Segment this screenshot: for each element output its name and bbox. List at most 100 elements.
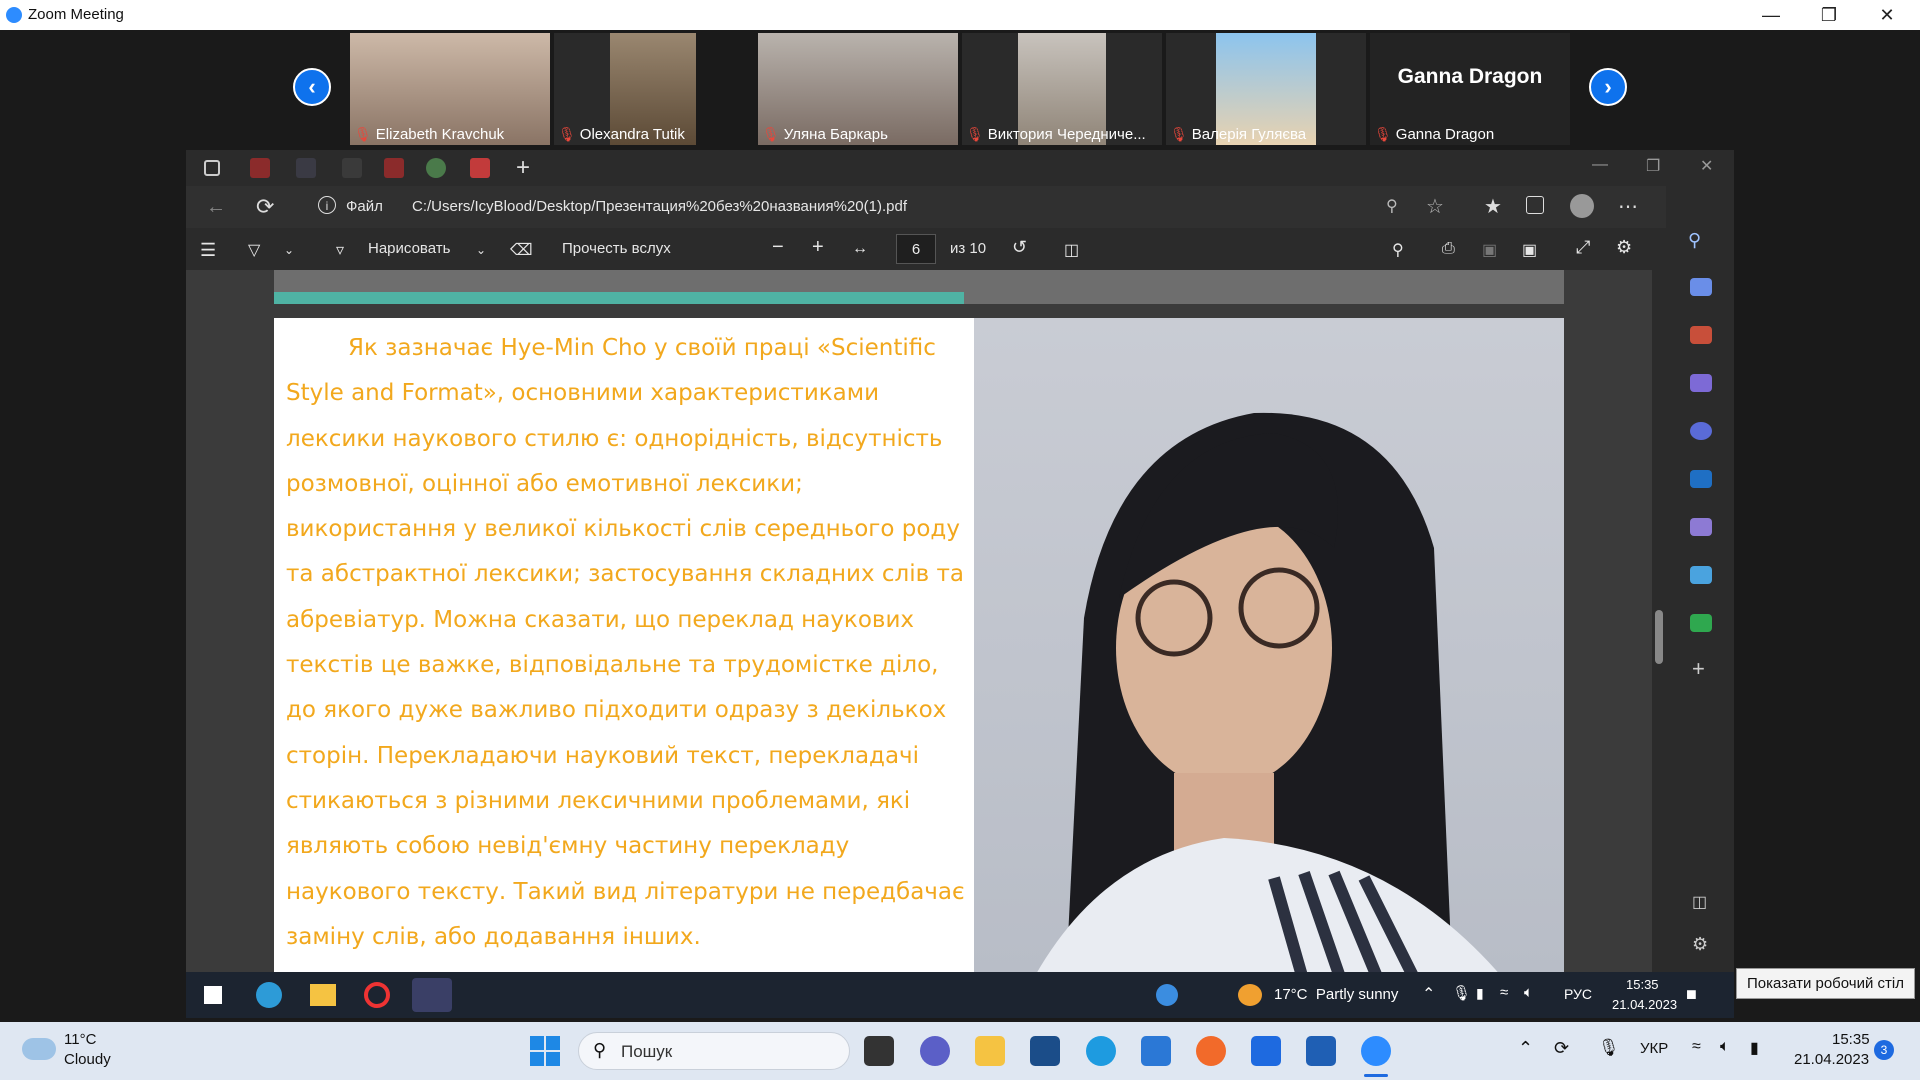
sidebar-outlook-icon[interactable] xyxy=(1690,470,1712,488)
sidebar-settings-icon[interactable]: ⚙ xyxy=(1692,934,1708,955)
rotate-icon[interactable]: ↺ xyxy=(1012,237,1027,258)
zoom-in-icon[interactable]: + xyxy=(812,236,824,259)
taskbar-search[interactable]: ⚲ Пошук xyxy=(578,1032,850,1070)
explorer-app-icon[interactable] xyxy=(310,984,336,1006)
tab-actions-icon[interactable] xyxy=(204,160,220,176)
opera-app-icon[interactable] xyxy=(364,982,390,1008)
contents-icon[interactable]: ☰ xyxy=(200,240,216,261)
weather-temp[interactable]: 11°C xyxy=(64,1031,96,1048)
teams-chat-icon[interactable] xyxy=(920,1036,950,1066)
weather-desc[interactable]: Cloudy xyxy=(64,1051,111,1068)
more-menu-icon[interactable]: ⋯ xyxy=(1618,194,1638,219)
restore-button[interactable]: ❐ xyxy=(1800,0,1858,30)
network-icon[interactable]: ≈ xyxy=(1692,1038,1701,1056)
weather-text[interactable]: 17°C Partly sunny xyxy=(1274,986,1398,1003)
read-aloud-button[interactable]: Прочесть вслух xyxy=(562,240,671,257)
draw-button[interactable]: Нарисовать xyxy=(368,240,450,257)
participant-tile[interactable]: 🎙︎ Виктория Чередниче... xyxy=(962,33,1162,145)
participant-tile[interactable]: 🎙︎ Уляна Баркарь xyxy=(758,33,958,145)
notification-badge[interactable]: 3 xyxy=(1874,1040,1894,1060)
fit-width-icon[interactable]: ↔ xyxy=(852,240,868,258)
clock-date[interactable]: 21.04.2023 xyxy=(1612,997,1677,1012)
sidebar-panel-icon[interactable]: ◫ xyxy=(1692,892,1707,912)
page-view-icon[interactable]: ◫ xyxy=(1064,240,1079,260)
refresh-icon[interactable]: ⟳ xyxy=(256,194,274,220)
battery-icon[interactable]: ▮ xyxy=(1750,1038,1759,1058)
new-tab-icon[interactable]: + xyxy=(516,154,530,182)
profile-avatar[interactable] xyxy=(1570,194,1594,218)
zoom-out-icon[interactable]: − xyxy=(772,236,784,259)
sidebar-shopping-icon[interactable] xyxy=(1690,278,1712,296)
minimize-button[interactable]: — xyxy=(1742,0,1800,30)
search-icon[interactable]: ⚲ xyxy=(1392,240,1404,260)
zoom-app-icon[interactable] xyxy=(412,978,452,1012)
sync-icon[interactable]: ⟳ xyxy=(1554,1038,1569,1059)
sidebar-designer-icon[interactable] xyxy=(1690,518,1712,536)
url-field[interactable]: C:/Users/IcyBlood/Desktop/Презентация%20… xyxy=(412,198,907,215)
participant-tile[interactable]: Ganna Dragon 🎙︎ Ganna Dragon xyxy=(1370,33,1570,145)
notification-icon[interactable]: ■ xyxy=(1686,984,1697,1005)
edge-app-icon[interactable] xyxy=(256,982,282,1008)
participant-tile[interactable]: 🎙︎ Elizabeth Kravchuk xyxy=(350,33,550,145)
zoom-icon[interactable]: ⚲ xyxy=(1386,196,1398,216)
edge-icon[interactable] xyxy=(1086,1036,1116,1066)
close-button[interactable]: ✕ xyxy=(1858,0,1916,30)
browser-minimize-icon[interactable]: — xyxy=(1592,156,1608,174)
zoom-taskbar-icon[interactable] xyxy=(1361,1036,1391,1066)
prev-page-button[interactable]: ‹ xyxy=(293,68,331,106)
page-number-input[interactable] xyxy=(896,234,936,264)
pdf-scrollbar[interactable] xyxy=(1652,270,1666,1018)
sidebar-office-icon[interactable] xyxy=(1690,422,1712,440)
task-view-icon[interactable] xyxy=(864,1036,894,1066)
chrome-tab-icon[interactable] xyxy=(426,158,446,178)
draw-icon[interactable]: ▿ xyxy=(336,240,344,260)
mic-icon[interactable]: 🎙︎ xyxy=(1452,984,1471,1002)
highlight-icon[interactable]: ▽ xyxy=(248,240,260,260)
tab-icon[interactable] xyxy=(296,158,316,178)
tray-chevron-icon[interactable]: ⌃ xyxy=(1422,984,1435,1004)
next-page-button[interactable]: › xyxy=(1589,68,1627,106)
favorite-add-icon[interactable]: ☆ xyxy=(1426,194,1444,219)
sidebar-search-icon[interactable]: ⚲ xyxy=(1688,230,1701,251)
firefox-icon[interactable] xyxy=(1196,1036,1226,1066)
pdf-tab-icon[interactable] xyxy=(384,158,404,178)
store-icon[interactable] xyxy=(1141,1036,1171,1066)
info-icon[interactable]: i xyxy=(318,196,336,214)
sidebar-send-icon[interactable] xyxy=(1690,566,1712,584)
active-pdf-tab-icon[interactable] xyxy=(470,158,490,178)
chevron-down-icon[interactable]: ⌄ xyxy=(476,243,486,257)
dropbox-icon[interactable] xyxy=(1251,1036,1281,1066)
battery-icon[interactable]: ▮ xyxy=(1476,985,1484,1002)
tray-overflow-icon[interactable]: ⌃ xyxy=(1518,1038,1533,1059)
pdf-tab-icon[interactable] xyxy=(250,158,270,178)
keyboard-lang[interactable]: РУС xyxy=(1564,986,1592,1002)
participant-tile[interactable]: 🎙︎ Валерія Гуляєва xyxy=(1166,33,1366,145)
word-icon[interactable] xyxy=(1306,1036,1336,1066)
sidebar-add-icon[interactable]: + xyxy=(1692,656,1705,682)
browser-restore-icon[interactable]: ❐ xyxy=(1646,156,1660,176)
collections-icon[interactable] xyxy=(1526,196,1544,214)
save-icon[interactable]: ▣ xyxy=(1482,240,1497,260)
eraser-icon[interactable]: ⌫ xyxy=(510,240,533,260)
sidebar-tree-icon[interactable] xyxy=(1690,614,1712,632)
volume-icon[interactable]: 🔈︎ xyxy=(1524,984,1533,1001)
speaker-icon[interactable]: 🔈︎ xyxy=(1720,1038,1730,1056)
windows-start-icon[interactable] xyxy=(204,986,222,1004)
microphone-icon[interactable]: 🎙︎ xyxy=(1598,1038,1620,1058)
participant-tile[interactable]: 🎙︎ Olexandra Tutik xyxy=(554,33,696,145)
keyboard-language[interactable]: УКР xyxy=(1640,1040,1668,1057)
settings-icon[interactable]: ⚙ xyxy=(1616,237,1632,258)
file-explorer-icon[interactable] xyxy=(975,1036,1005,1066)
fullscreen-icon[interactable]: ⤢ xyxy=(1576,237,1590,258)
favorites-icon[interactable]: ★ xyxy=(1484,194,1502,219)
scrollbar-thumb[interactable] xyxy=(1655,610,1663,664)
taskbar-time[interactable]: 15:35 xyxy=(1832,1031,1870,1048)
clock-time[interactable]: 15:35 xyxy=(1626,977,1659,992)
print-icon[interactable]: ⎙ xyxy=(1442,240,1455,258)
tab-icon[interactable] xyxy=(342,158,362,178)
sidebar-tools-icon[interactable] xyxy=(1690,326,1712,344)
chevron-down-icon[interactable]: ⌄ xyxy=(284,243,294,257)
browser-close-icon[interactable]: ✕ xyxy=(1700,156,1713,176)
start-button[interactable] xyxy=(530,1036,560,1066)
booking-app-icon[interactable] xyxy=(1030,1036,1060,1066)
